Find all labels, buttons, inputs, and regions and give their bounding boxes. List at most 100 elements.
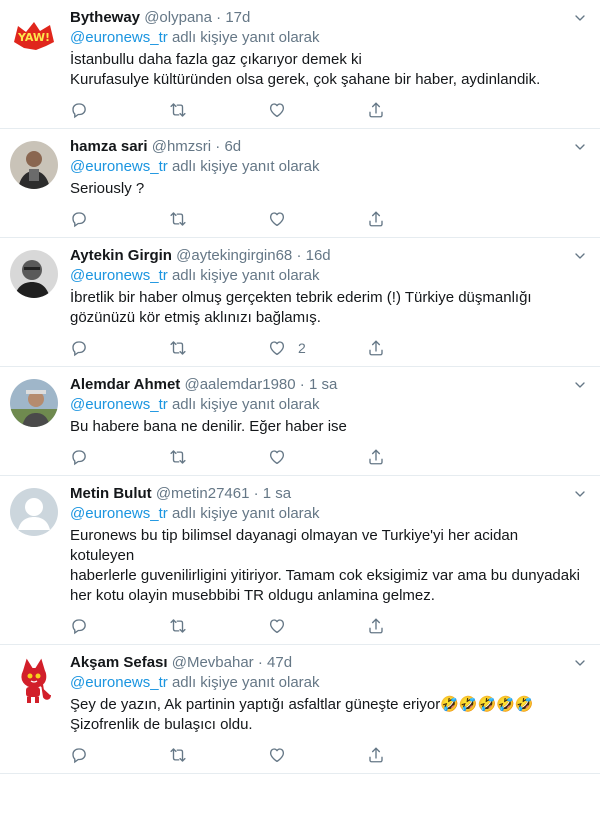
user-name[interactable]: Aytekin Girgin bbox=[70, 247, 172, 264]
mention-link[interactable]: @euronews_tr bbox=[70, 674, 168, 691]
retweet-button[interactable] bbox=[169, 448, 268, 466]
mention-link[interactable]: @euronews_tr bbox=[70, 267, 168, 284]
retweet-button[interactable] bbox=[169, 339, 268, 357]
share-button[interactable] bbox=[367, 448, 466, 466]
share-button[interactable] bbox=[367, 339, 466, 357]
like-icon bbox=[268, 101, 286, 119]
retweet-icon bbox=[169, 448, 187, 466]
retweet-icon bbox=[169, 210, 187, 228]
mention-link[interactable]: @euronews_tr bbox=[70, 396, 168, 413]
reply-context-label: adlı kişiye yanıt olarak bbox=[171, 674, 320, 691]
like-button[interactable] bbox=[268, 746, 367, 764]
like-icon bbox=[268, 448, 286, 466]
reply-icon bbox=[70, 339, 88, 357]
share-icon bbox=[367, 746, 385, 764]
reply-context-label: adlı kişiye yanıt olarak bbox=[171, 396, 320, 413]
tweet-text: Seriously ? bbox=[70, 180, 145, 197]
reply-button[interactable] bbox=[70, 210, 169, 228]
mention-link[interactable]: @euronews_tr bbox=[70, 29, 168, 46]
tweet-text: İbretlik bir haber olmuş gerçekten tebri… bbox=[70, 289, 532, 326]
separator: · bbox=[296, 247, 302, 264]
avatar[interactable] bbox=[10, 657, 58, 705]
user-handle[interactable]: @aytekingirgin68 bbox=[176, 247, 292, 264]
avatar[interactable] bbox=[10, 250, 58, 298]
user-name[interactable]: Akşam Sefası bbox=[70, 654, 168, 671]
tweet[interactable]: Metin Bulut @metin27461 · 1 sa @euronews… bbox=[0, 476, 600, 645]
user-handle[interactable]: @aalemdar1980 bbox=[184, 376, 295, 393]
reply-context: @euronews_tr adlı kişiye yanıt olarak bbox=[70, 266, 584, 286]
retweet-button[interactable] bbox=[169, 101, 268, 119]
reply-button[interactable] bbox=[70, 746, 169, 764]
user-handle[interactable]: @Mevbahar bbox=[172, 654, 254, 671]
chevron-down-icon[interactable] bbox=[572, 655, 588, 671]
user-handle[interactable]: @hmzsri bbox=[152, 138, 211, 155]
chevron-down-icon[interactable] bbox=[572, 248, 588, 264]
like-button[interactable] bbox=[268, 101, 367, 119]
like-button[interactable]: 2 bbox=[268, 339, 367, 357]
tweet-feed: YAW! Bytheway @olypana · 17d @euronews_t… bbox=[0, 0, 600, 774]
chevron-down-icon[interactable] bbox=[572, 139, 588, 155]
separator: · bbox=[299, 376, 305, 393]
share-icon bbox=[367, 617, 385, 635]
share-button[interactable] bbox=[367, 101, 466, 119]
tweet-header: Metin Bulut @metin27461 · 1 sa bbox=[70, 484, 584, 504]
share-icon bbox=[367, 210, 385, 228]
user-name[interactable]: hamza sari bbox=[70, 138, 148, 155]
chevron-down-icon[interactable] bbox=[572, 486, 588, 502]
share-button[interactable] bbox=[367, 210, 466, 228]
tweet[interactable]: hamza sari @hmzsri · 6d @euronews_tr adl… bbox=[0, 129, 600, 238]
reply-context-label: adlı kişiye yanıt olarak bbox=[171, 505, 320, 522]
timestamp[interactable]: 6d bbox=[224, 138, 241, 155]
avatar[interactable] bbox=[10, 141, 58, 189]
reply-icon bbox=[70, 617, 88, 635]
share-icon bbox=[367, 339, 385, 357]
like-icon bbox=[268, 339, 286, 357]
retweet-button[interactable] bbox=[169, 617, 268, 635]
user-name[interactable]: Bytheway bbox=[70, 9, 140, 26]
avatar[interactable] bbox=[10, 488, 58, 536]
separator: · bbox=[215, 138, 221, 155]
reply-button[interactable] bbox=[70, 617, 169, 635]
reply-button[interactable] bbox=[70, 448, 169, 466]
tweet[interactable]: Akşam Sefası @Mevbahar · 47d @euronews_t… bbox=[0, 645, 600, 774]
timestamp[interactable]: 16d bbox=[306, 247, 331, 264]
reply-context: @euronews_tr adlı kişiye yanıt olarak bbox=[70, 28, 584, 48]
tweet-header: Bytheway @olypana · 17d bbox=[70, 8, 584, 28]
like-button[interactable] bbox=[268, 210, 367, 228]
mention-link[interactable]: @euronews_tr bbox=[70, 158, 168, 175]
user-handle[interactable]: @olypana bbox=[144, 9, 212, 26]
reply-context: @euronews_tr adlı kişiye yanıt olarak bbox=[70, 395, 584, 415]
timestamp[interactable]: 17d bbox=[225, 9, 250, 26]
share-button[interactable] bbox=[367, 746, 466, 764]
like-button[interactable] bbox=[268, 617, 367, 635]
user-name[interactable]: Alemdar Ahmet bbox=[70, 376, 180, 393]
tweet[interactable]: YAW! Bytheway @olypana · 17d @euronews_t… bbox=[0, 0, 600, 129]
reply-icon bbox=[70, 210, 88, 228]
separator: · bbox=[216, 9, 222, 26]
reply-icon bbox=[70, 746, 88, 764]
mention-link[interactable]: @euronews_tr bbox=[70, 505, 168, 522]
tweet-actions bbox=[70, 737, 584, 773]
like-button[interactable] bbox=[268, 448, 367, 466]
user-name[interactable]: Metin Bulut bbox=[70, 485, 152, 502]
timestamp[interactable]: 47d bbox=[267, 654, 292, 671]
avatar[interactable]: YAW! bbox=[10, 12, 58, 60]
chevron-down-icon[interactable] bbox=[572, 10, 588, 26]
avatar[interactable] bbox=[10, 379, 58, 427]
tweet-header: Aytekin Girgin @aytekingirgin68 · 16d bbox=[70, 246, 584, 266]
tweet-actions bbox=[70, 201, 584, 237]
share-button[interactable] bbox=[367, 617, 466, 635]
chevron-down-icon[interactable] bbox=[572, 377, 588, 393]
reply-button[interactable] bbox=[70, 339, 169, 357]
retweet-button[interactable] bbox=[169, 210, 268, 228]
timestamp[interactable]: 1 sa bbox=[309, 376, 337, 393]
retweet-button[interactable] bbox=[169, 746, 268, 764]
timestamp[interactable]: 1 sa bbox=[263, 485, 291, 502]
user-handle[interactable]: @metin27461 bbox=[156, 485, 250, 502]
tweet[interactable]: Aytekin Girgin @aytekingirgin68 · 16d @e… bbox=[0, 238, 600, 367]
share-icon bbox=[367, 448, 385, 466]
tweet[interactable]: Alemdar Ahmet @aalemdar1980 · 1 sa @euro… bbox=[0, 367, 600, 476]
tweet-text: Şey de yazın, Ak partinin yaptığı asfalt… bbox=[70, 696, 534, 733]
reply-button[interactable] bbox=[70, 101, 169, 119]
reply-context: @euronews_tr adlı kişiye yanıt olarak bbox=[70, 504, 584, 524]
